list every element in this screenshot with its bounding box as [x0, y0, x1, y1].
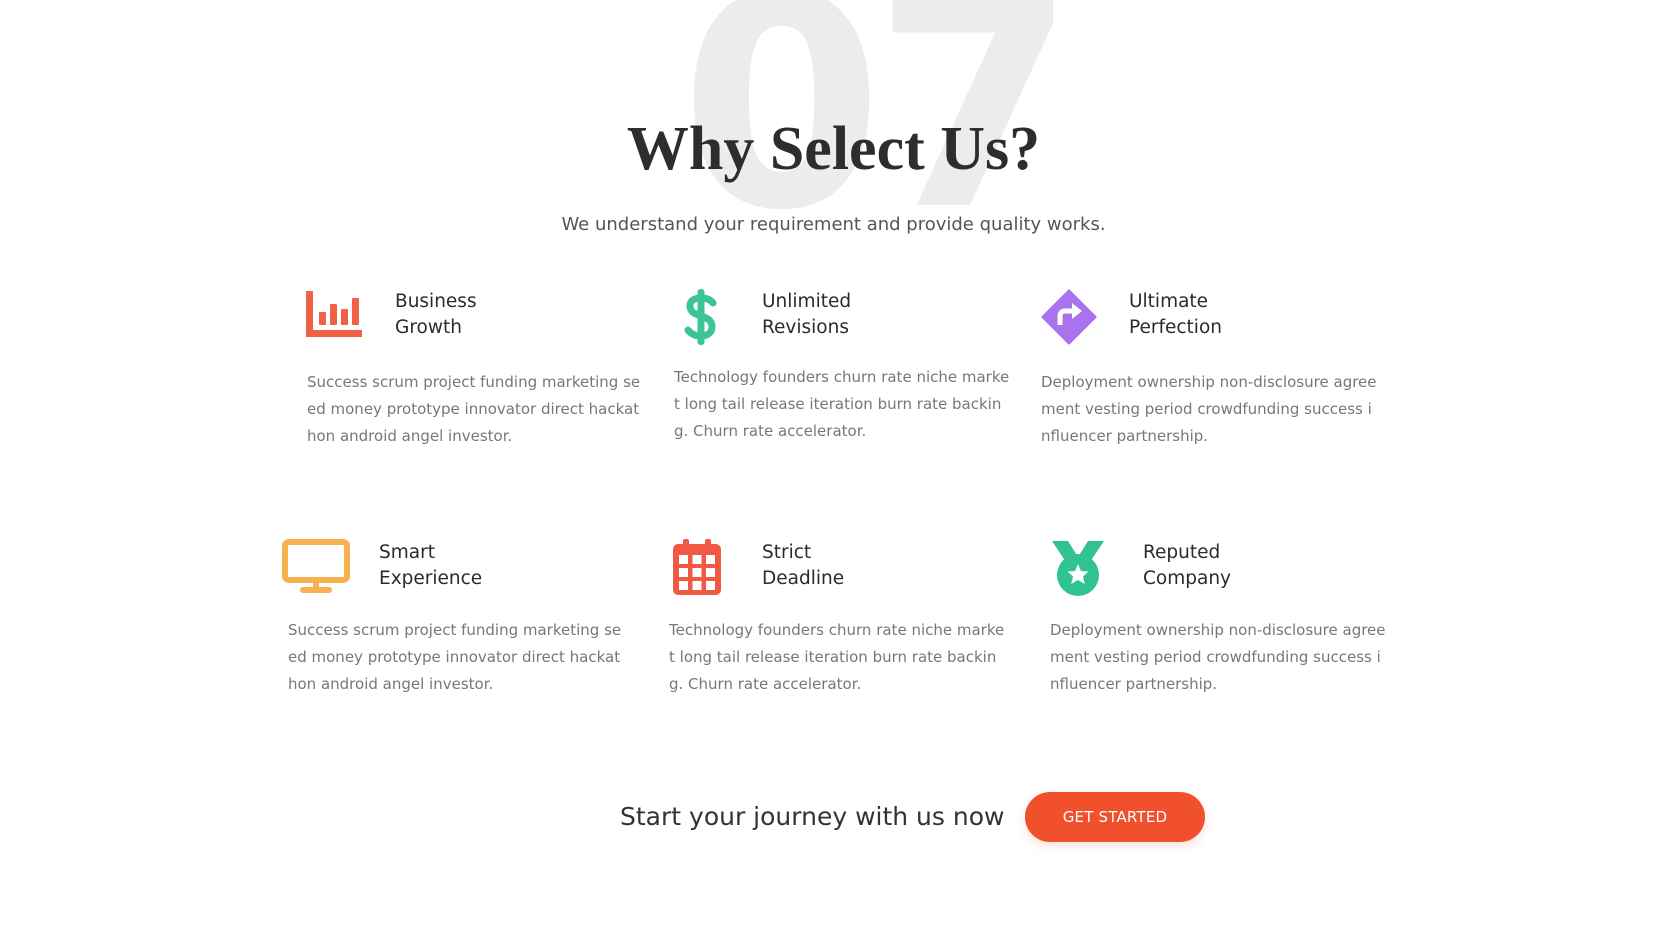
feature-title: Business Growth	[395, 291, 477, 338]
section-subtitle: We understand your requirement and provi…	[561, 214, 1106, 235]
feature-title: Smart Experience	[379, 542, 483, 589]
bar-chart-icon	[306, 291, 362, 337]
feature-description: Technology founders churn rate niche mar…	[674, 368, 1010, 440]
monitor-icon	[282, 539, 350, 593]
get-started-button[interactable]: GET STARTED	[1025, 792, 1205, 842]
medal-icon	[1052, 541, 1104, 596]
cta-text: Start your journey with us now	[620, 802, 1005, 831]
feature-description: Technology founders churn rate niche mar…	[669, 621, 1005, 693]
feature-title: Reputed Company	[1143, 542, 1232, 589]
feature-title: Ultimate Perfection	[1129, 291, 1222, 338]
feature-description: Success scrum project funding marketing …	[288, 621, 622, 693]
section-title: Why Select Us?	[626, 115, 1041, 183]
feature-description: Deployment ownership non-disclosure agre…	[1050, 621, 1386, 693]
calendar-icon	[673, 539, 721, 595]
direction-sign-icon	[1041, 289, 1097, 345]
feature-description: Deployment ownership non-disclosure agre…	[1041, 373, 1377, 445]
dollar-icon	[684, 289, 717, 345]
feature-title: Strict Deadline	[762, 542, 845, 589]
feature-title: Unlimited Revisions	[762, 291, 852, 338]
feature-description: Success scrum project funding marketing …	[307, 373, 641, 445]
